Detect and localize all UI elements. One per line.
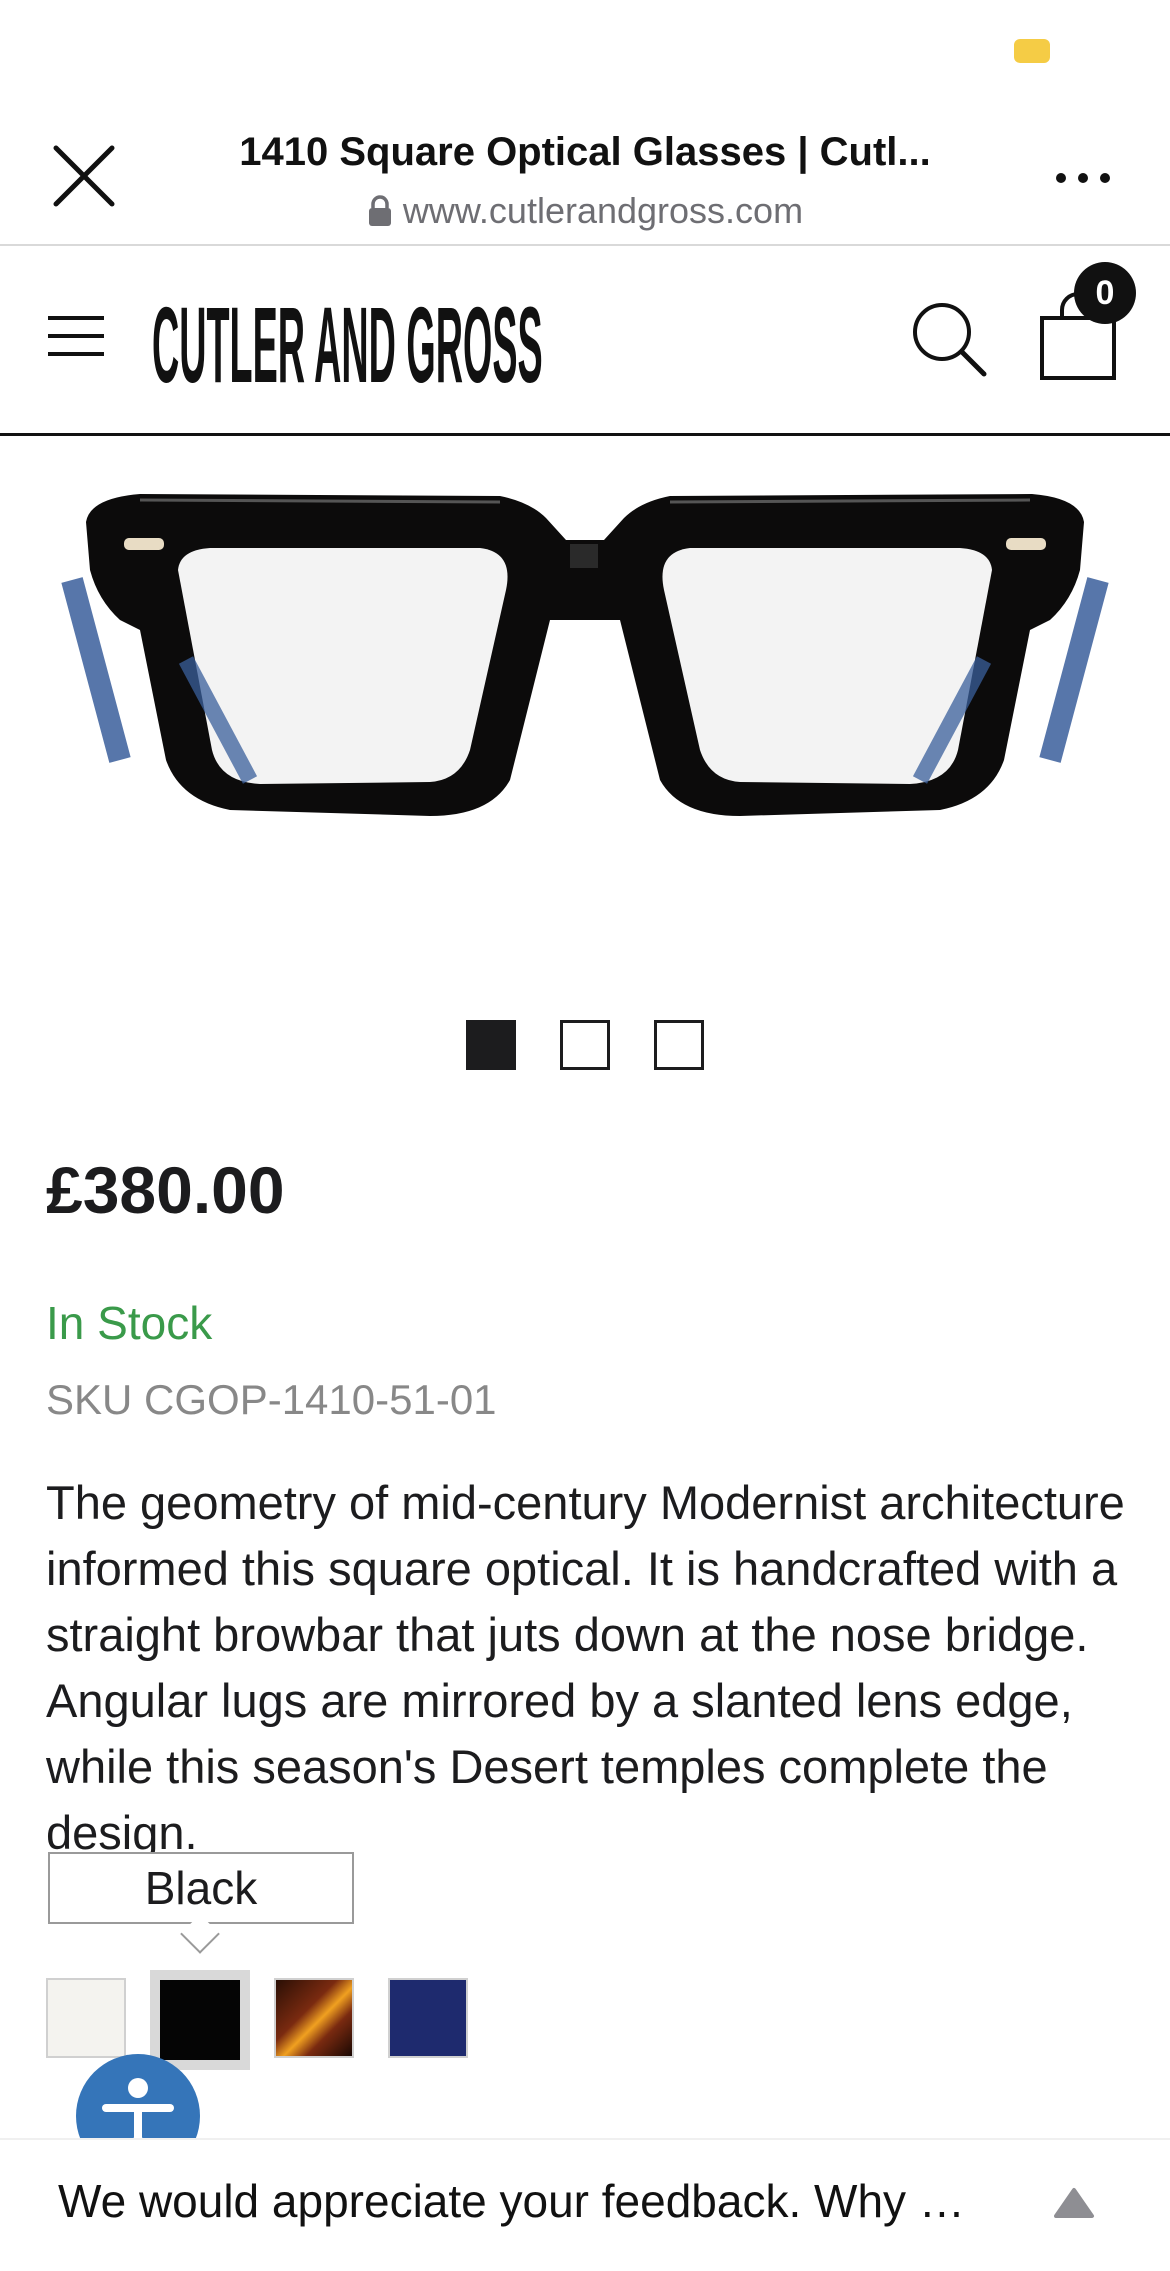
carousel-dot-3[interactable] xyxy=(654,1020,704,1070)
menu-button[interactable] xyxy=(44,310,108,362)
swatch-tortoise[interactable] xyxy=(274,1978,354,2058)
product-description: The geometry of mid-century Modernist ar… xyxy=(46,1476,1125,1859)
logo-wordmark: CUTLER AND GROSS xyxy=(152,286,543,406)
feedback-prompt[interactable]: We would appreciate your feedback. Why … xyxy=(58,2174,1018,2228)
search-icon xyxy=(913,303,987,377)
carousel-dot-2[interactable] xyxy=(560,1020,610,1070)
colour-tooltip: Black xyxy=(48,1852,354,1924)
carousel-dot-1[interactable] xyxy=(466,1020,516,1070)
status-bar xyxy=(0,0,1170,108)
stock-status: In Stock xyxy=(46,1297,213,1349)
product-sku: SKU CGOP-1410-51-01 xyxy=(46,1376,497,1423)
swatch-black[interactable] xyxy=(150,1970,250,2070)
glasses-image xyxy=(61,494,1109,816)
search-button[interactable] xyxy=(906,296,990,380)
brand-logo[interactable]: CUTLER AND GROSS xyxy=(150,284,630,406)
close-icon xyxy=(53,145,115,207)
swatch-white[interactable] xyxy=(46,1978,126,2058)
product-price: £380.00 xyxy=(46,1153,285,1227)
feedback-toggle-button[interactable] xyxy=(1052,2186,1096,2220)
url-text: www.cutlerandgross.com xyxy=(402,190,804,231)
hamburger-menu-icon xyxy=(48,316,104,356)
cart-count-badge: 0 xyxy=(1074,262,1136,324)
product-image[interactable] xyxy=(60,460,1110,840)
triangle-up-icon xyxy=(1054,2188,1094,2218)
more-horizontal-icon xyxy=(1056,173,1110,183)
status-indicator-icon xyxy=(1014,39,1050,63)
page: 1410 Square Optical Glasses | Cutl... ww… xyxy=(0,0,1170,2271)
close-button[interactable] xyxy=(48,140,120,212)
colour-swatches xyxy=(46,1970,496,2070)
logo-text: CUTLER AND GROSS xyxy=(152,286,543,398)
url-display[interactable]: www.cutlerandgross.com xyxy=(150,190,1020,232)
lock-icon xyxy=(368,195,391,226)
carousel-indicators xyxy=(466,1020,706,1070)
more-options-button[interactable] xyxy=(1052,158,1114,198)
page-title: 1410 Square Optical Glasses | Cutl... xyxy=(239,130,931,174)
swatch-navy[interactable] xyxy=(388,1978,468,2058)
